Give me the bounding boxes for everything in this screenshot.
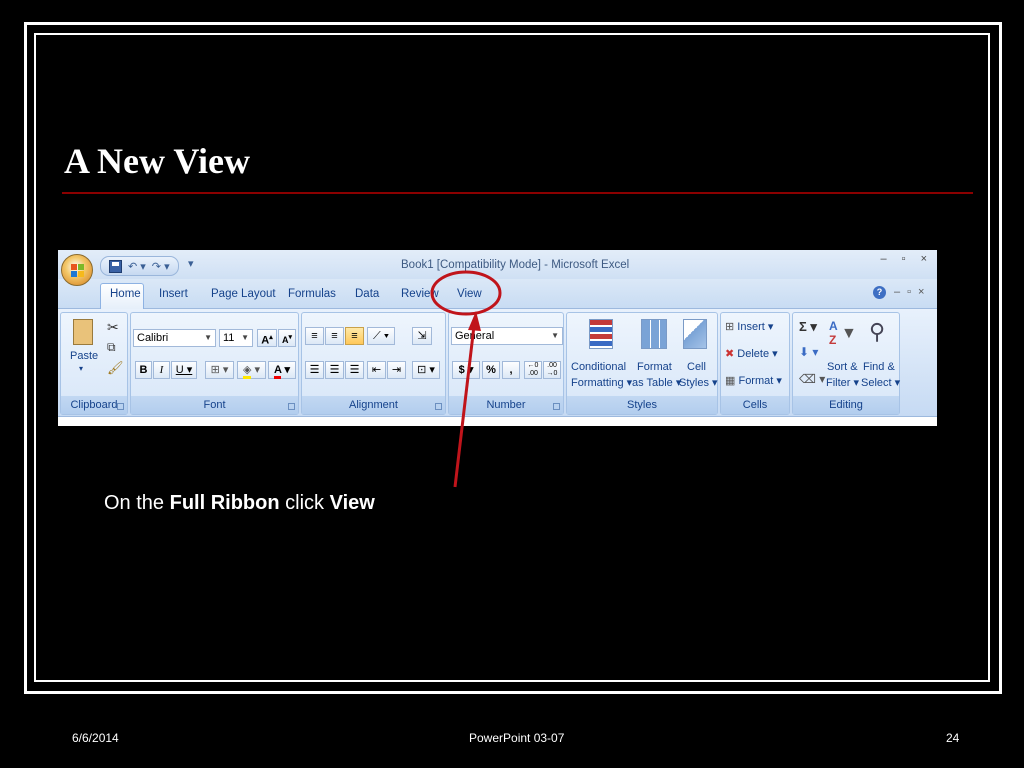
callout-arrow-line xyxy=(453,325,476,488)
footer-center: PowerPoint 03-07 xyxy=(469,731,565,745)
caption-view: View xyxy=(329,492,375,514)
instruction-caption: On the Full Ribbon click View xyxy=(104,492,375,515)
caption-middle: click xyxy=(279,492,330,514)
callout-overlay xyxy=(430,270,502,488)
caption-full-ribbon: Full Ribbon xyxy=(169,492,280,514)
caption-prefix: On the xyxy=(104,492,170,514)
footer-date: 6/6/2014 xyxy=(72,731,119,745)
view-tab-highlight-circle xyxy=(430,270,502,316)
footer-page-number: 24 xyxy=(946,731,960,745)
